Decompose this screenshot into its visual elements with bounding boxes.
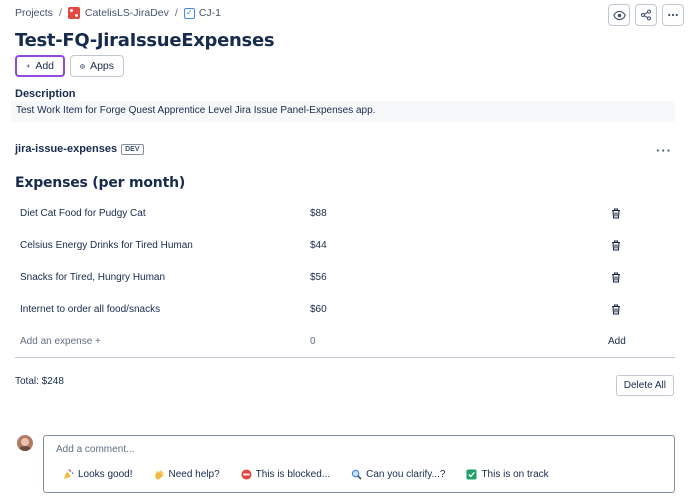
- table-row: Diet Cat Food for Pudgy Cat $88: [15, 197, 675, 229]
- watch-button[interactable]: [608, 4, 630, 26]
- eye-icon: [612, 10, 626, 20]
- breadcrumb-separator: /: [58, 7, 62, 19]
- quick-reply-clarify[interactable]: Can you clarify...?: [351, 469, 445, 480]
- apps-button-label: Apps: [90, 60, 114, 72]
- project-icon: [67, 7, 80, 19]
- delete-expense-button[interactable]: [611, 239, 621, 251]
- quick-reply-label: This is blocked...: [255, 469, 331, 480]
- expenses-heading: Expenses (per month): [15, 175, 186, 191]
- delete-expense-button[interactable]: [611, 271, 621, 283]
- expense-name: Internet to order all food/snacks: [20, 303, 161, 315]
- app-panel-header: jira-issue-expenses DEV: [15, 143, 144, 155]
- quick-reply-on-track[interactable]: This is on track: [466, 469, 549, 480]
- new-expense-name-input[interactable]: Add an expense +: [20, 336, 101, 347]
- delete-expense-button[interactable]: [611, 207, 621, 219]
- trash-icon: [612, 303, 620, 315]
- new-expense-row: Add an expense + 0 Add: [15, 325, 675, 357]
- more-actions-button[interactable]: [662, 4, 684, 26]
- waving-hand-icon: [154, 469, 165, 480]
- apps-hexagon-icon: [80, 63, 85, 69]
- table-divider: [15, 357, 675, 358]
- expense-name: Diet Cat Food for Pudgy Cat: [20, 207, 146, 219]
- add-button[interactable]: Add: [15, 55, 65, 77]
- quick-reply-label: Looks good!: [78, 469, 133, 480]
- breadcrumb-project[interactable]: CatelisLS-JiraDev: [85, 7, 169, 19]
- task-checkbox-icon: ✓: [183, 7, 195, 19]
- table-row: Celsius Energy Drinks for Tired Human $4…: [15, 229, 675, 261]
- expenses-total: Total: $248: [15, 376, 64, 387]
- trash-icon: [612, 207, 620, 219]
- share-button[interactable]: [635, 4, 657, 26]
- table-row: Snacks for Tired, Hungry Human $56: [15, 261, 675, 293]
- quick-replies: Looks good! Need help? This is blocked..…: [63, 469, 570, 480]
- avatar: [17, 435, 33, 451]
- apps-button[interactable]: Apps: [70, 55, 124, 77]
- breadcrumb: Projects / CatelisLS-JiraDev / ✓ CJ-1: [15, 7, 221, 19]
- top-actions: [608, 4, 684, 26]
- description-field[interactable]: Test Work Item for Forge Quest Apprentic…: [11, 101, 675, 122]
- expense-name: Celsius Energy Drinks for Tired Human: [20, 239, 193, 251]
- party-popper-icon: [63, 469, 74, 480]
- new-expense-amount-input[interactable]: 0: [310, 336, 316, 347]
- breadcrumb-separator: /: [174, 7, 178, 19]
- delete-all-button[interactable]: Delete All: [615, 375, 674, 396]
- add-expense-button[interactable]: Add: [608, 336, 626, 347]
- trash-icon: [612, 239, 620, 251]
- check-mark-icon: [466, 469, 477, 480]
- action-buttons: Add Apps: [15, 55, 124, 77]
- more-horizontal-icon: [668, 13, 678, 17]
- expense-amount: $44: [310, 239, 327, 251]
- table-row: Internet to order all food/snacks $60: [15, 293, 675, 325]
- expense-amount: $56: [310, 271, 327, 283]
- dev-badge: DEV: [121, 143, 144, 155]
- quick-reply-looks-good[interactable]: Looks good!: [63, 469, 133, 480]
- no-entry-icon: [241, 469, 252, 480]
- expense-amount: $60: [310, 303, 327, 315]
- delete-expense-button[interactable]: [611, 303, 621, 315]
- comment-box[interactable]: Add a comment... Looks good! Need help? …: [43, 435, 675, 493]
- add-button-label: Add: [35, 60, 54, 72]
- quick-reply-label: This is on track: [481, 469, 549, 480]
- breadcrumb-projects[interactable]: Projects: [15, 7, 53, 19]
- expense-amount: $88: [310, 207, 327, 219]
- plus-icon: [26, 64, 30, 68]
- expense-name: Snacks for Tired, Hungry Human: [20, 271, 166, 283]
- description-heading: Description: [15, 88, 76, 100]
- quick-reply-blocked[interactable]: This is blocked...: [241, 469, 330, 480]
- quick-reply-label: Need help?: [168, 469, 220, 480]
- app-panel-title: jira-issue-expenses: [15, 143, 118, 155]
- page-title: Test-FQ-JiraIssueExpenses: [15, 30, 275, 51]
- app-panel-more-icon[interactable]: ···: [656, 143, 672, 158]
- trash-icon: [612, 271, 620, 283]
- comment-input[interactable]: Add a comment...: [56, 444, 134, 455]
- expenses-table: Diet Cat Food for Pudgy Cat $88 Celsius …: [15, 197, 675, 357]
- breadcrumb-issue[interactable]: CJ-1: [199, 7, 221, 19]
- magnifier-icon: [351, 469, 362, 480]
- quick-reply-label: Can you clarify...?: [366, 469, 446, 480]
- share-icon: [640, 9, 652, 21]
- quick-reply-need-help[interactable]: Need help?: [154, 469, 220, 480]
